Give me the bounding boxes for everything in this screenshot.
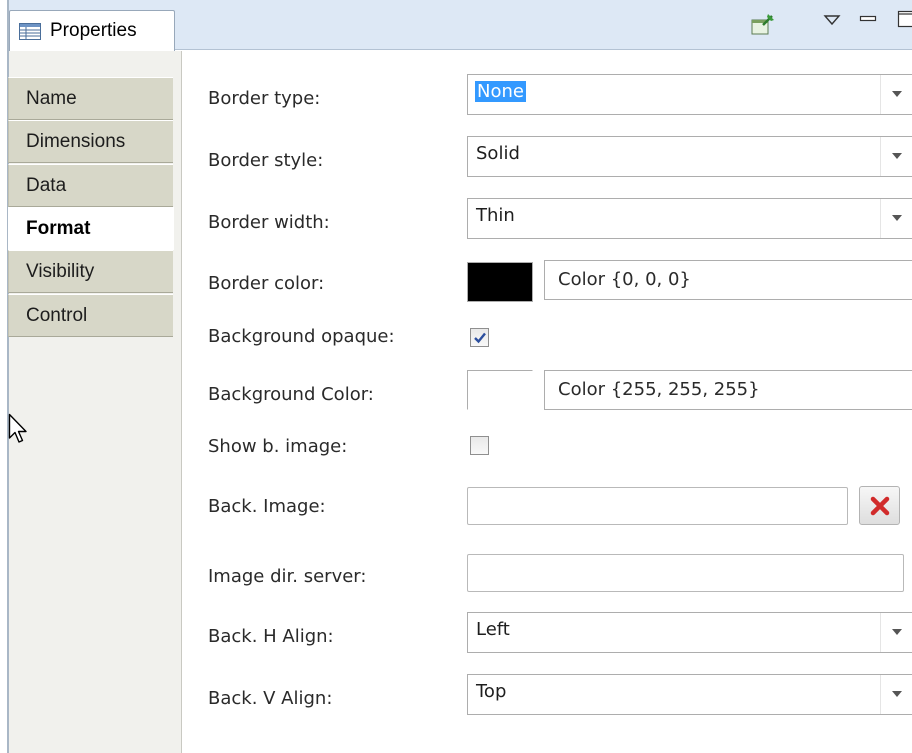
- border-color-label: Border color:: [208, 273, 325, 294]
- chevron-down-icon[interactable]: [880, 199, 912, 238]
- background-color-swatch[interactable]: [467, 370, 533, 410]
- clear-image-button[interactable]: [859, 486, 900, 525]
- show-b-image-label: Show b. image:: [208, 436, 348, 457]
- minimize-icon[interactable]: [859, 10, 877, 31]
- maximize-icon[interactable]: [897, 8, 912, 33]
- image-dir-server-input[interactable]: [467, 554, 904, 592]
- chevron-down-icon[interactable]: [880, 137, 912, 176]
- border-width-label: Border width:: [208, 212, 330, 233]
- back-h-align-value: Left: [476, 619, 510, 640]
- border-style-label: Border style:: [208, 150, 324, 171]
- back-v-align-select[interactable]: Top: [467, 674, 912, 715]
- show-b-image-checkbox[interactable]: [470, 436, 489, 455]
- border-color-field[interactable]: Color {0, 0, 0}: [544, 260, 912, 300]
- tab-label: Dimensions: [26, 131, 126, 152]
- tab-dimensions[interactable]: Dimensions: [8, 120, 173, 163]
- border-type-label: Border type:: [208, 88, 321, 109]
- properties-table-icon: [19, 23, 41, 40]
- border-style-value: Solid: [476, 143, 520, 164]
- properties-view-tab[interactable]: Properties: [9, 10, 175, 51]
- background-opaque-checkbox[interactable]: [470, 328, 489, 347]
- border-style-select[interactable]: Solid: [467, 136, 912, 177]
- pin-icon[interactable]: [750, 12, 776, 43]
- tab-label: Name: [26, 88, 77, 109]
- chevron-down-icon[interactable]: [880, 675, 912, 714]
- border-type-select[interactable]: None: [467, 74, 912, 115]
- view-title: Properties: [50, 20, 137, 41]
- border-type-value: None: [475, 81, 526, 102]
- checkmark-icon: [474, 332, 486, 344]
- border-color-swatch[interactable]: [467, 262, 533, 302]
- tab-control[interactable]: Control: [8, 294, 173, 337]
- view-menu-icon[interactable]: [823, 10, 841, 31]
- back-v-align-label: Back. V Align:: [208, 688, 333, 709]
- view-tab-strip: Properties: [9, 0, 912, 51]
- tab-format[interactable]: Format: [8, 207, 174, 250]
- tab-label: Format: [26, 218, 91, 239]
- background-color-field[interactable]: Color {255, 255, 255}: [544, 370, 912, 410]
- background-opaque-label: Background opaque:: [208, 326, 395, 347]
- back-image-label: Back. Image:: [208, 496, 326, 517]
- back-h-align-label: Back. H Align:: [208, 626, 334, 647]
- back-v-align-value: Top: [476, 681, 507, 702]
- tab-name[interactable]: Name: [8, 77, 173, 120]
- border-width-value: Thin: [476, 205, 515, 226]
- tab-label: Data: [26, 175, 67, 196]
- tab-data[interactable]: Data: [8, 164, 173, 207]
- tab-visibility[interactable]: Visibility: [8, 250, 173, 293]
- tab-label: Visibility: [26, 261, 95, 282]
- back-h-align-select[interactable]: Left: [467, 612, 912, 653]
- border-color-value: Color {0, 0, 0}: [558, 269, 691, 290]
- background-color-label: Background Color:: [208, 384, 374, 405]
- delete-icon: [870, 496, 890, 516]
- back-image-input[interactable]: [467, 487, 848, 525]
- chevron-down-icon[interactable]: [880, 613, 912, 652]
- image-dir-server-label: Image dir. server:: [208, 566, 367, 587]
- tab-label: Control: [26, 305, 88, 326]
- border-width-select[interactable]: Thin: [467, 198, 912, 239]
- mouse-cursor-icon: [8, 413, 28, 450]
- chevron-down-icon[interactable]: [880, 75, 912, 114]
- background-color-value: Color {255, 255, 255}: [558, 379, 760, 400]
